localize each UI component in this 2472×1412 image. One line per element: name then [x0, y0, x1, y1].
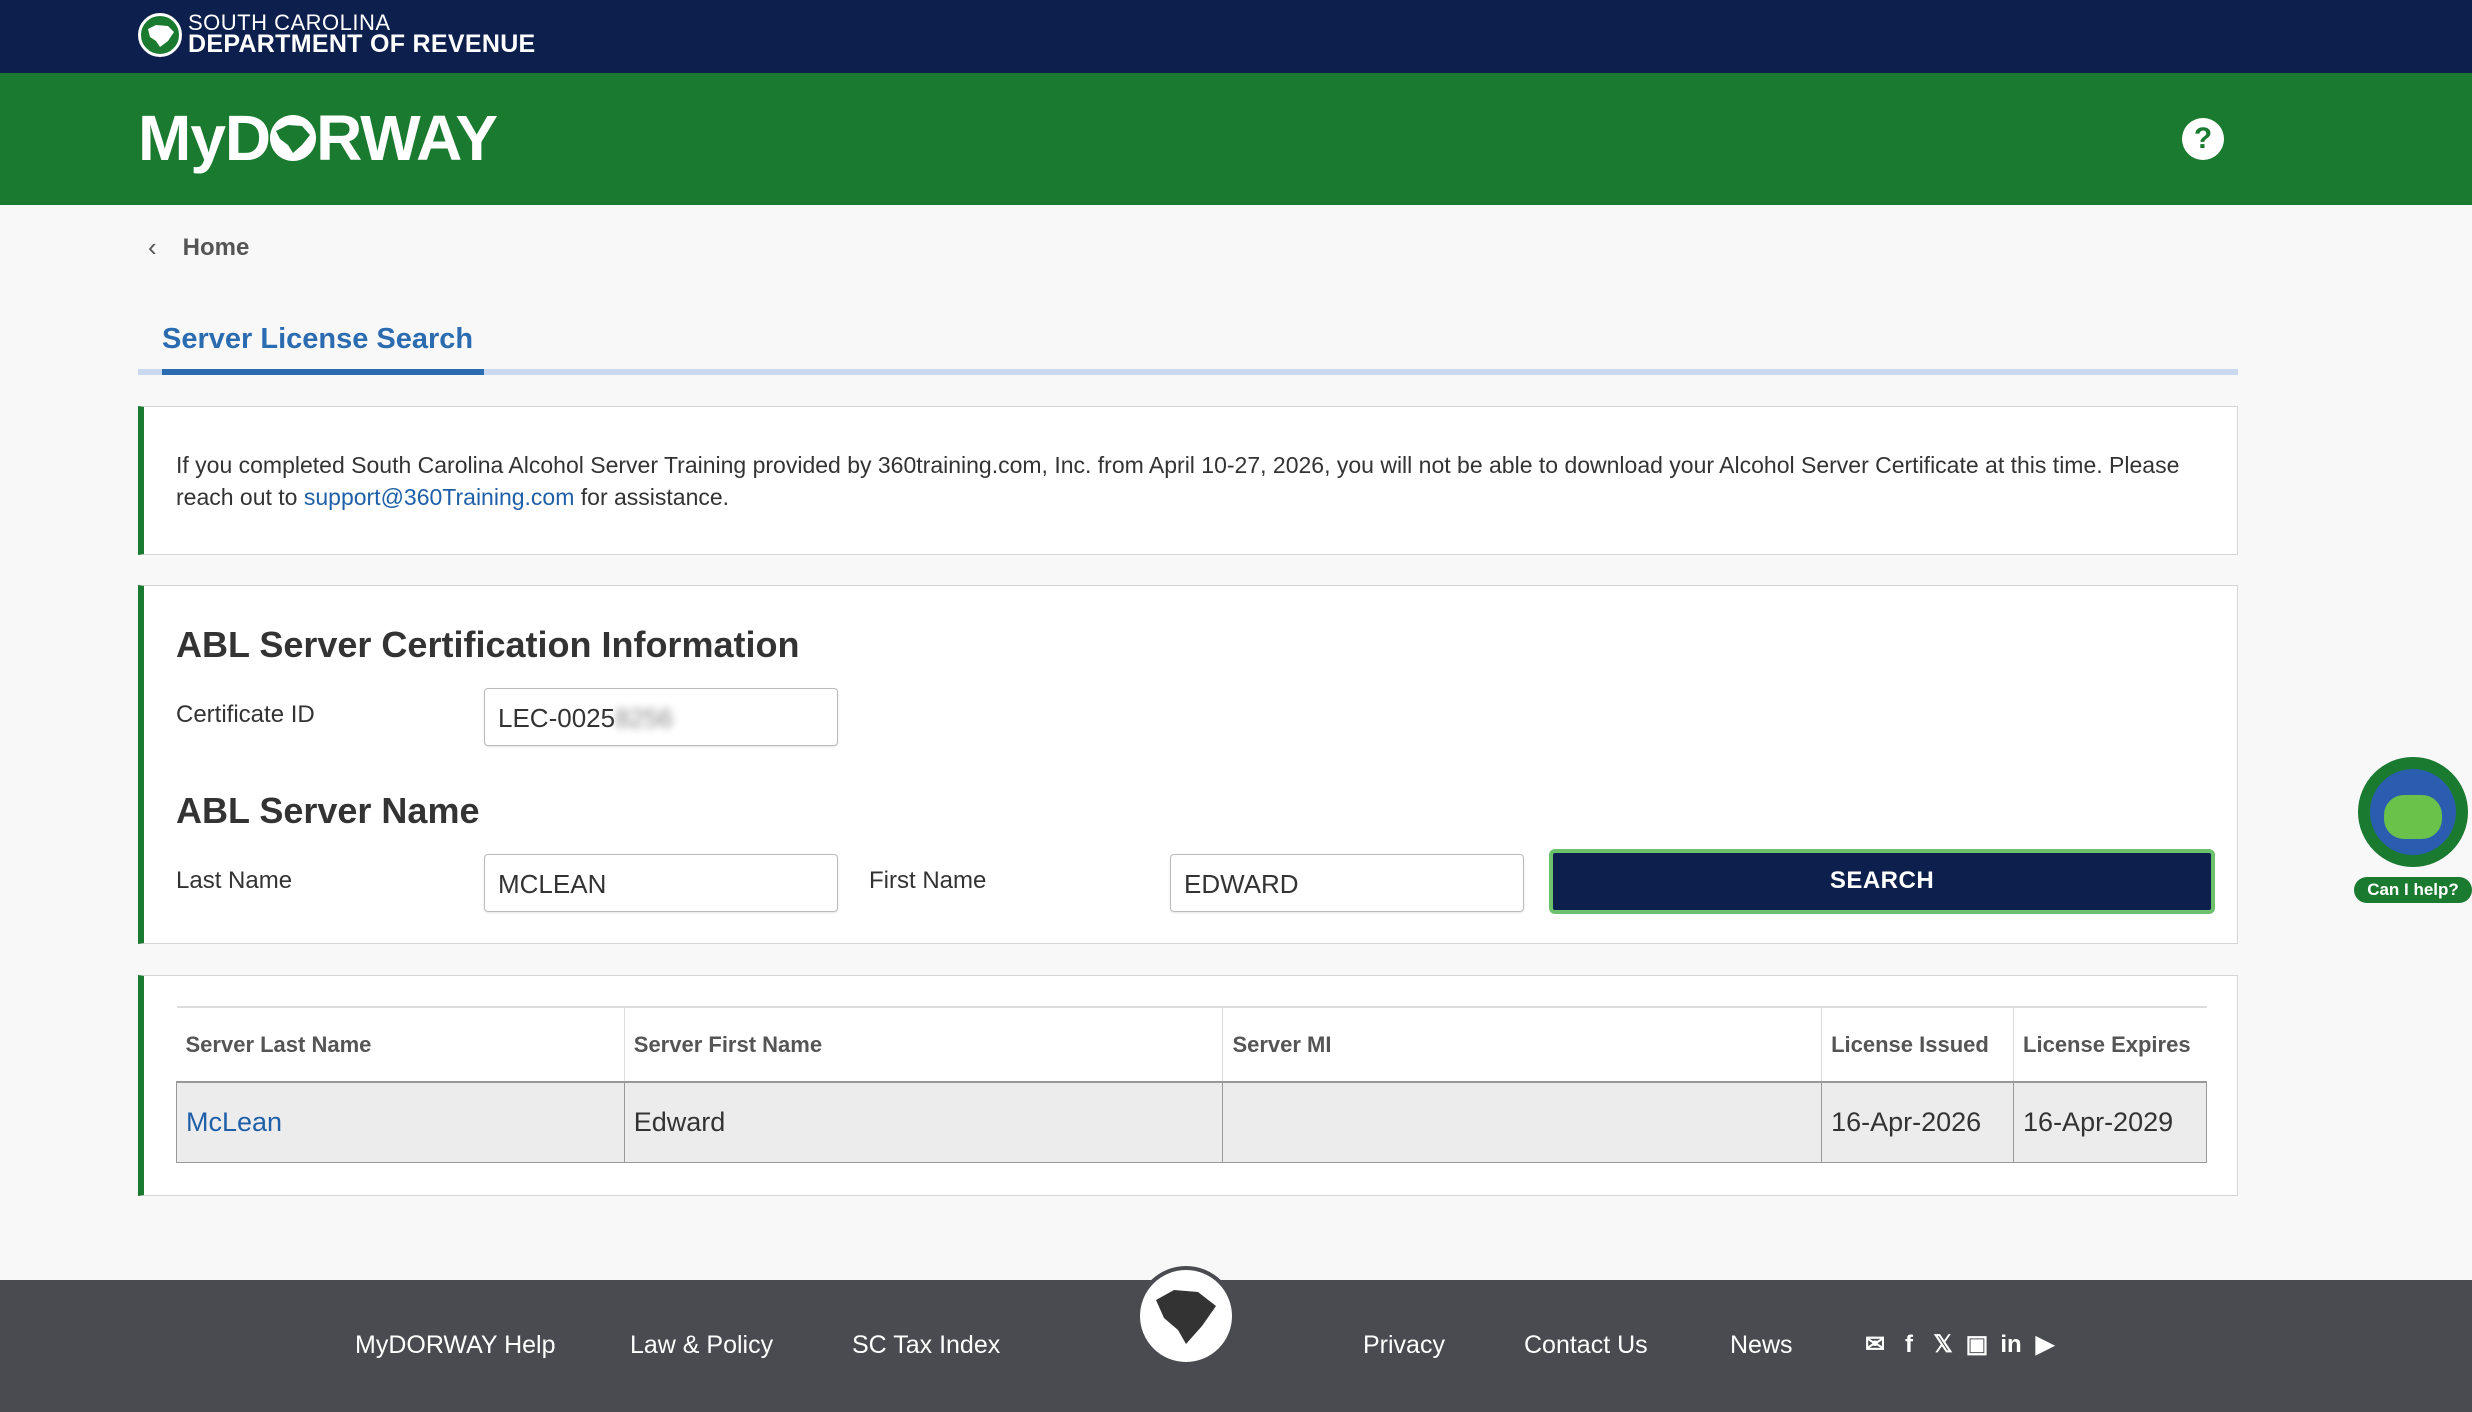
- dept-name: DEPARTMENT OF REVENUE: [188, 30, 536, 58]
- department-banner: SOUTH CAROLINA DEPARTMENT OF REVENUE: [0, 0, 2472, 73]
- server-record-link[interactable]: McLean: [186, 1107, 282, 1137]
- cell-last-name: McLean: [176, 1081, 625, 1163]
- footer-link-law-policy[interactable]: Law & Policy: [630, 1331, 773, 1360]
- col-license-issued[interactable]: License Issued: [1821, 1006, 2014, 1083]
- cell-license-issued: 16-Apr-2026: [1821, 1081, 2015, 1163]
- x-icon[interactable]: 𝕏: [1930, 1332, 1956, 1358]
- site-footer: MyDORWAY Help Law & Policy SC Tax Index …: [0, 1266, 2472, 1412]
- first-name-label: First Name: [869, 867, 987, 894]
- mydorway-logo[interactable]: MyD RWAY: [138, 101, 498, 175]
- breadcrumb[interactable]: ‹ Home: [148, 232, 249, 263]
- notice-text: If you completed South Carolina Alcohol …: [176, 452, 2180, 510]
- tab-server-license-search[interactable]: Server License Search: [162, 323, 473, 356]
- chatbot-icon[interactable]: [2358, 757, 2468, 867]
- last-name-input[interactable]: MCLEAN: [484, 854, 838, 912]
- chatbot-button[interactable]: [2354, 757, 2472, 875]
- cell-first-name: Edward: [623, 1081, 1224, 1163]
- footer-state-seal-icon: [1136, 1266, 1236, 1366]
- footer-link-mydorway-help[interactable]: MyDORWAY Help: [355, 1331, 556, 1360]
- footer-link-contact-us[interactable]: Contact Us: [1524, 1331, 1648, 1360]
- cell-mi: [1222, 1081, 1823, 1163]
- footer-link-news[interactable]: News: [1730, 1331, 1793, 1360]
- certificate-id-input[interactable]: LEC-00258256: [484, 688, 838, 746]
- last-name-label: Last Name: [176, 867, 293, 894]
- app-header: MyD RWAY ?: [0, 73, 2472, 205]
- help-icon[interactable]: ?: [2182, 118, 2224, 160]
- redacted-text: 8256: [615, 703, 673, 733]
- linkedin-icon[interactable]: in: [1998, 1332, 2024, 1358]
- brand-left: MyD: [138, 102, 271, 174]
- active-tab-indicator: [162, 369, 484, 375]
- cell-license-expires: 16-Apr-2029: [2013, 1081, 2207, 1163]
- sc-state-seal-icon: [138, 13, 182, 57]
- youtube-icon[interactable]: ▶: [2032, 1332, 2058, 1358]
- table-row: McLean Edward 16-Apr-2026 16-Apr-2029: [176, 1081, 2207, 1163]
- notice-banner: If you completed South Carolina Alcohol …: [138, 406, 2238, 555]
- name-section-title: ABL Server Name: [176, 790, 480, 831]
- col-license-expires[interactable]: License Expires: [2013, 1006, 2207, 1083]
- chevron-left-icon[interactable]: ‹: [148, 232, 157, 263]
- sc-state-shape-icon: [270, 115, 317, 161]
- results-card: Server Last Name Server First Name Serve…: [138, 975, 2238, 1196]
- mail-icon[interactable]: ✉: [1862, 1332, 1888, 1358]
- results-table: Server Last Name Server First Name Serve…: [176, 1006, 2207, 1163]
- instagram-icon[interactable]: ▣: [1964, 1332, 1990, 1358]
- col-server-mi[interactable]: Server MI: [1222, 1006, 1822, 1083]
- certificate-id-label: Certificate ID: [176, 701, 315, 728]
- facebook-icon[interactable]: f: [1896, 1332, 1922, 1358]
- breadcrumb-home[interactable]: Home: [183, 234, 250, 262]
- search-button[interactable]: SEARCH: [1549, 849, 2215, 914]
- chatbot-label[interactable]: Can I help?: [2354, 877, 2472, 903]
- first-name-input[interactable]: EDWARD: [1170, 854, 1524, 912]
- col-server-first-name[interactable]: Server First Name: [623, 1006, 1223, 1083]
- footer-link-sc-tax-index[interactable]: SC Tax Index: [852, 1331, 1000, 1360]
- social-links: ✉ f 𝕏 ▣ in ▶: [1862, 1332, 2058, 1358]
- certification-search-card: ABL Server Certification Information Cer…: [138, 585, 2238, 944]
- col-server-last-name[interactable]: Server Last Name: [176, 1006, 625, 1083]
- support-email-link[interactable]: support@360Training.com: [304, 484, 575, 510]
- brand-right: RWAY: [316, 102, 498, 174]
- cert-section-title: ABL Server Certification Information: [176, 624, 800, 665]
- footer-link-privacy[interactable]: Privacy: [1363, 1331, 1445, 1360]
